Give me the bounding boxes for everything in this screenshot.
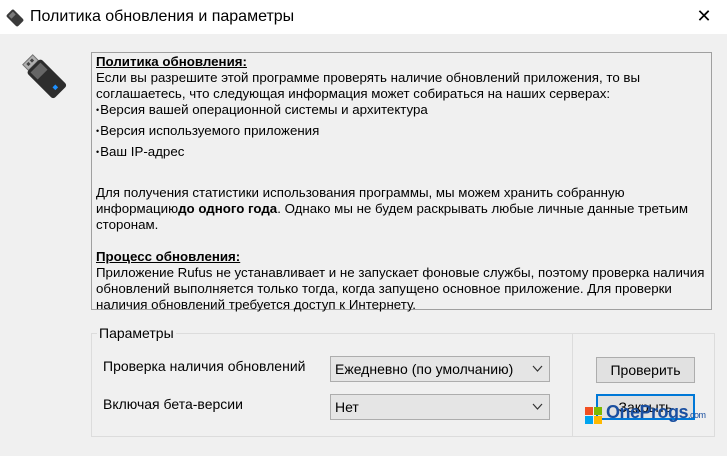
policy-heading: Политика обновления: — [96, 54, 247, 69]
usb-drive-icon — [18, 50, 70, 107]
usb-drive-icon — [6, 9, 24, 32]
policy-intro: Если вы разрешите этой программе проверя… — [96, 70, 641, 101]
windows-logo-icon — [585, 407, 603, 425]
retention-period: до одного года — [178, 201, 278, 216]
chevron-down-icon — [532, 357, 543, 389]
beta-select[interactable]: Нет — [330, 394, 550, 420]
list-item: Ваш IP-адрес — [96, 144, 707, 161]
list-item: Версия вашей операционной системы и архи… — [96, 102, 707, 119]
list-item: Версия используемого приложения — [96, 123, 707, 140]
process-heading: Процесс обновления: — [96, 249, 241, 264]
close-window-button[interactable]: ✕ — [681, 0, 727, 34]
settings-legend: Параметры — [97, 325, 176, 341]
window-title: Политика обновления и параметры — [30, 8, 295, 25]
check-frequency-select[interactable]: Ежедневно (по умолчанию) — [330, 356, 550, 382]
update-policy-text: Политика обновления: Если вы разрешите э… — [91, 52, 712, 312]
settings-separator — [572, 334, 573, 436]
check-frequency-value: Ежедневно (по умолчанию) — [335, 361, 514, 377]
policy-stats: Для получения статистики использования п… — [96, 185, 689, 232]
process-text: Приложение Rufus не устанавливает и не з… — [96, 265, 705, 312]
chevron-down-icon — [532, 395, 543, 427]
check-frequency-label: Проверка наличия обновлений — [103, 358, 306, 374]
collected-info-list: Версия вашей операционной системы и архи… — [96, 102, 707, 161]
beta-label: Включая бета-версии — [103, 396, 243, 412]
beta-value: Нет — [335, 399, 359, 415]
check-now-button[interactable]: Проверить — [596, 357, 695, 383]
title-bar[interactable]: Политика обновления и параметры ✕ — [0, 0, 727, 34]
watermark-text: OneProgs.com — [606, 402, 706, 422]
